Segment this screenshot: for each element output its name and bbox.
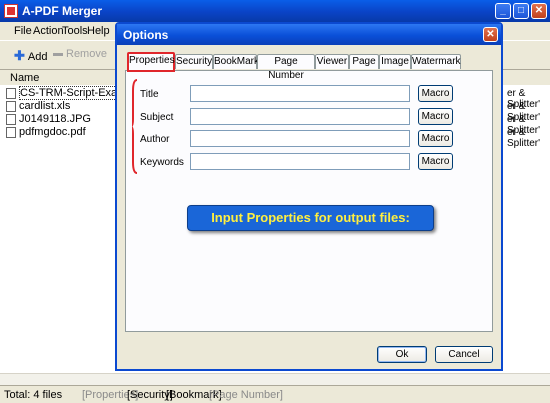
close-button[interactable]: ✕	[531, 3, 547, 19]
options-dialog: Options ✕ Properties Security BookMark P…	[115, 22, 503, 371]
subject-label: Subject	[140, 112, 174, 123]
title-label: Title	[140, 89, 159, 100]
cancel-button[interactable]: Cancel	[435, 346, 493, 363]
dialog-title: Options	[123, 28, 169, 42]
main-title-bar: A-PDF Merger _ □ ✕	[0, 0, 550, 22]
tab-viewer[interactable]: Viewer	[315, 54, 349, 69]
menu-file[interactable]: File	[14, 25, 32, 37]
keywords-macro-button[interactable]: Macro	[418, 153, 453, 170]
keywords-label: Keywords	[140, 157, 184, 168]
status-total: Total: 4 files	[4, 389, 63, 401]
dialog-title-bar: Options ✕	[117, 24, 501, 45]
remove-button[interactable]: Remove	[53, 48, 107, 60]
tab-properties[interactable]: Properties	[127, 52, 175, 72]
tab-image[interactable]: Image	[379, 54, 411, 69]
callout-banner: Input Properties for output files:	[187, 205, 434, 231]
keywords-input[interactable]	[190, 153, 410, 170]
list-item[interactable]: J0149118.JPG	[6, 113, 91, 125]
excel-file-icon	[6, 100, 16, 112]
brace-icon	[132, 79, 138, 174]
plus-icon: ✚	[14, 48, 25, 63]
list-item-detail: er & Splitter'	[507, 127, 541, 149]
menu-help[interactable]: Help	[87, 25, 110, 37]
ok-button[interactable]: Ok	[377, 346, 427, 363]
text-file-icon	[6, 87, 16, 99]
app-title: A-PDF Merger	[22, 4, 103, 18]
author-label: Author	[140, 134, 170, 145]
tab-watermark[interactable]: Watermark	[411, 54, 461, 69]
tab-security[interactable]: Security	[175, 54, 213, 69]
title-macro-button[interactable]: Macro	[418, 85, 453, 102]
menu-action[interactable]: Action	[33, 25, 64, 37]
tab-page[interactable]: Page	[349, 54, 379, 69]
maximize-button[interactable]: □	[513, 3, 529, 19]
pdf-file-icon	[6, 126, 16, 138]
menu-tools[interactable]: Tools	[62, 25, 88, 37]
image-file-icon	[6, 113, 16, 125]
dialog-close-button[interactable]: ✕	[483, 27, 498, 42]
column-name[interactable]: Name	[10, 72, 39, 84]
add-button[interactable]: ✚ Add	[14, 48, 47, 64]
minus-icon	[53, 52, 63, 56]
tab-bookmark[interactable]: BookMark	[213, 54, 259, 69]
app-icon	[4, 4, 18, 18]
list-item[interactable]: cardlist.xls	[6, 100, 70, 112]
list-item[interactable]: pdfmgdoc.pdf	[6, 126, 86, 138]
title-input[interactable]	[190, 85, 410, 102]
status-page-number: [Page Number]	[209, 389, 283, 401]
status-bar: Total: 4 files [Properties] [Security] […	[0, 385, 550, 403]
author-input[interactable]	[190, 130, 410, 147]
author-macro-button[interactable]: Macro	[418, 130, 453, 147]
tab-page-number[interactable]: Page Number	[257, 54, 315, 81]
subject-macro-button[interactable]: Macro	[418, 108, 453, 125]
subject-input[interactable]	[190, 108, 410, 125]
minimize-button[interactable]: _	[495, 3, 511, 19]
